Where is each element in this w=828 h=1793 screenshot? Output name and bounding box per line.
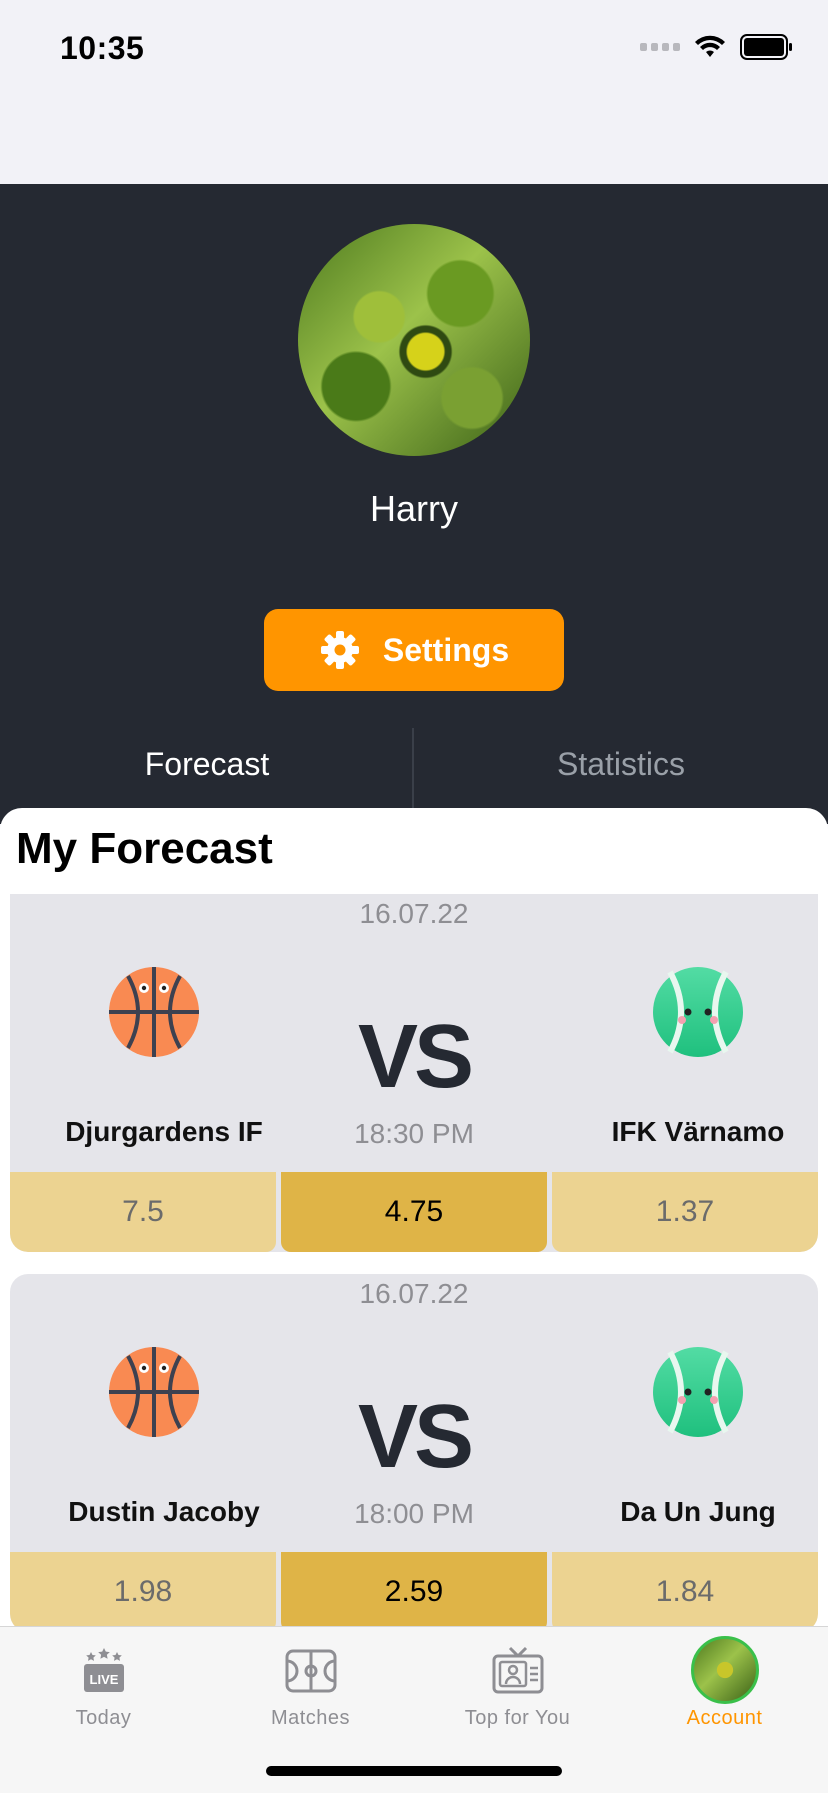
wifi-icon	[695, 35, 725, 57]
account-avatar	[690, 1636, 759, 1704]
match-card[interactable]: 16.07.22 Djurgardens IF VS 18:30 PM IFK …	[10, 894, 818, 1252]
match-time: 18:30 PM	[354, 1118, 474, 1149]
odds-draw[interactable]: 4.75	[281, 1172, 547, 1252]
status-bar: 10:35	[0, 0, 828, 184]
gear-icon	[320, 631, 359, 669]
live-icon: LIVE	[83, 1648, 124, 1692]
match-date: 16.07.22	[359, 898, 469, 929]
status-icons	[640, 34, 794, 60]
tabbar-item-top-for-you[interactable]: Top for You	[414, 1627, 621, 1737]
forecast-sheet: My Forecast 16.07.22 Djurgardens IF VS 1…	[0, 808, 828, 1628]
profile-avatar[interactable]	[298, 224, 530, 456]
match-card[interactable]: 16.07.22 Dustin Jacoby VS 18:00 PM Da Un…	[10, 1274, 818, 1628]
odds-home[interactable]: 7.5	[10, 1172, 276, 1252]
cellular-signal-icon	[640, 43, 680, 51]
settings-button[interactable]: Settings	[264, 609, 564, 691]
odds-away[interactable]: 1.84	[552, 1552, 818, 1628]
tab-forecast[interactable]: Forecast	[0, 724, 414, 804]
tabbar-item-account[interactable]: Account	[621, 1627, 828, 1737]
odds-away[interactable]: 1.37	[552, 1172, 818, 1252]
match-date: 16.07.22	[359, 1278, 469, 1309]
section-title: My Forecast	[16, 824, 273, 873]
basketball-icon	[109, 1347, 199, 1437]
vs-label: VS	[357, 1387, 474, 1487]
tabbar-item-today[interactable]: LIVE Today	[0, 1627, 207, 1737]
profile-header: Harry Settings Forecast Statistics	[0, 184, 828, 836]
home-team-name: Dustin Jacoby	[68, 1496, 260, 1527]
profile-name: Harry	[370, 488, 458, 529]
away-team-name: IFK Värnamo	[611, 1116, 785, 1147]
match-time: 18:00 PM	[354, 1498, 474, 1529]
tab-statistics[interactable]: Statistics	[414, 724, 828, 804]
tabbar-label: Today	[75, 1707, 132, 1729]
svg-text:LIVE: LIVE	[89, 1672, 118, 1687]
tv-icon	[492, 1646, 543, 1694]
basketball-icon	[109, 967, 199, 1057]
tabbar-label: Top for You	[464, 1707, 571, 1729]
odds-home[interactable]: 1.98	[10, 1552, 276, 1628]
status-time: 10:35	[60, 30, 145, 66]
home-team-name: Djurgardens IF	[65, 1116, 263, 1147]
away-team-name: Da Un Jung	[620, 1496, 776, 1527]
court-icon	[285, 1649, 336, 1693]
vs-label: VS	[357, 1007, 474, 1107]
tabbar-item-matches[interactable]: Matches	[207, 1627, 414, 1737]
tabbar-label: Matches	[270, 1707, 351, 1729]
odds-draw[interactable]: 2.59	[281, 1552, 547, 1628]
battery-icon	[740, 34, 792, 60]
tennis-ball-icon	[653, 1347, 743, 1437]
settings-label: Settings	[382, 631, 510, 668]
tennis-ball-icon	[653, 967, 743, 1057]
tabbar-label: Account	[686, 1707, 763, 1729]
home-indicator	[266, 1766, 562, 1776]
